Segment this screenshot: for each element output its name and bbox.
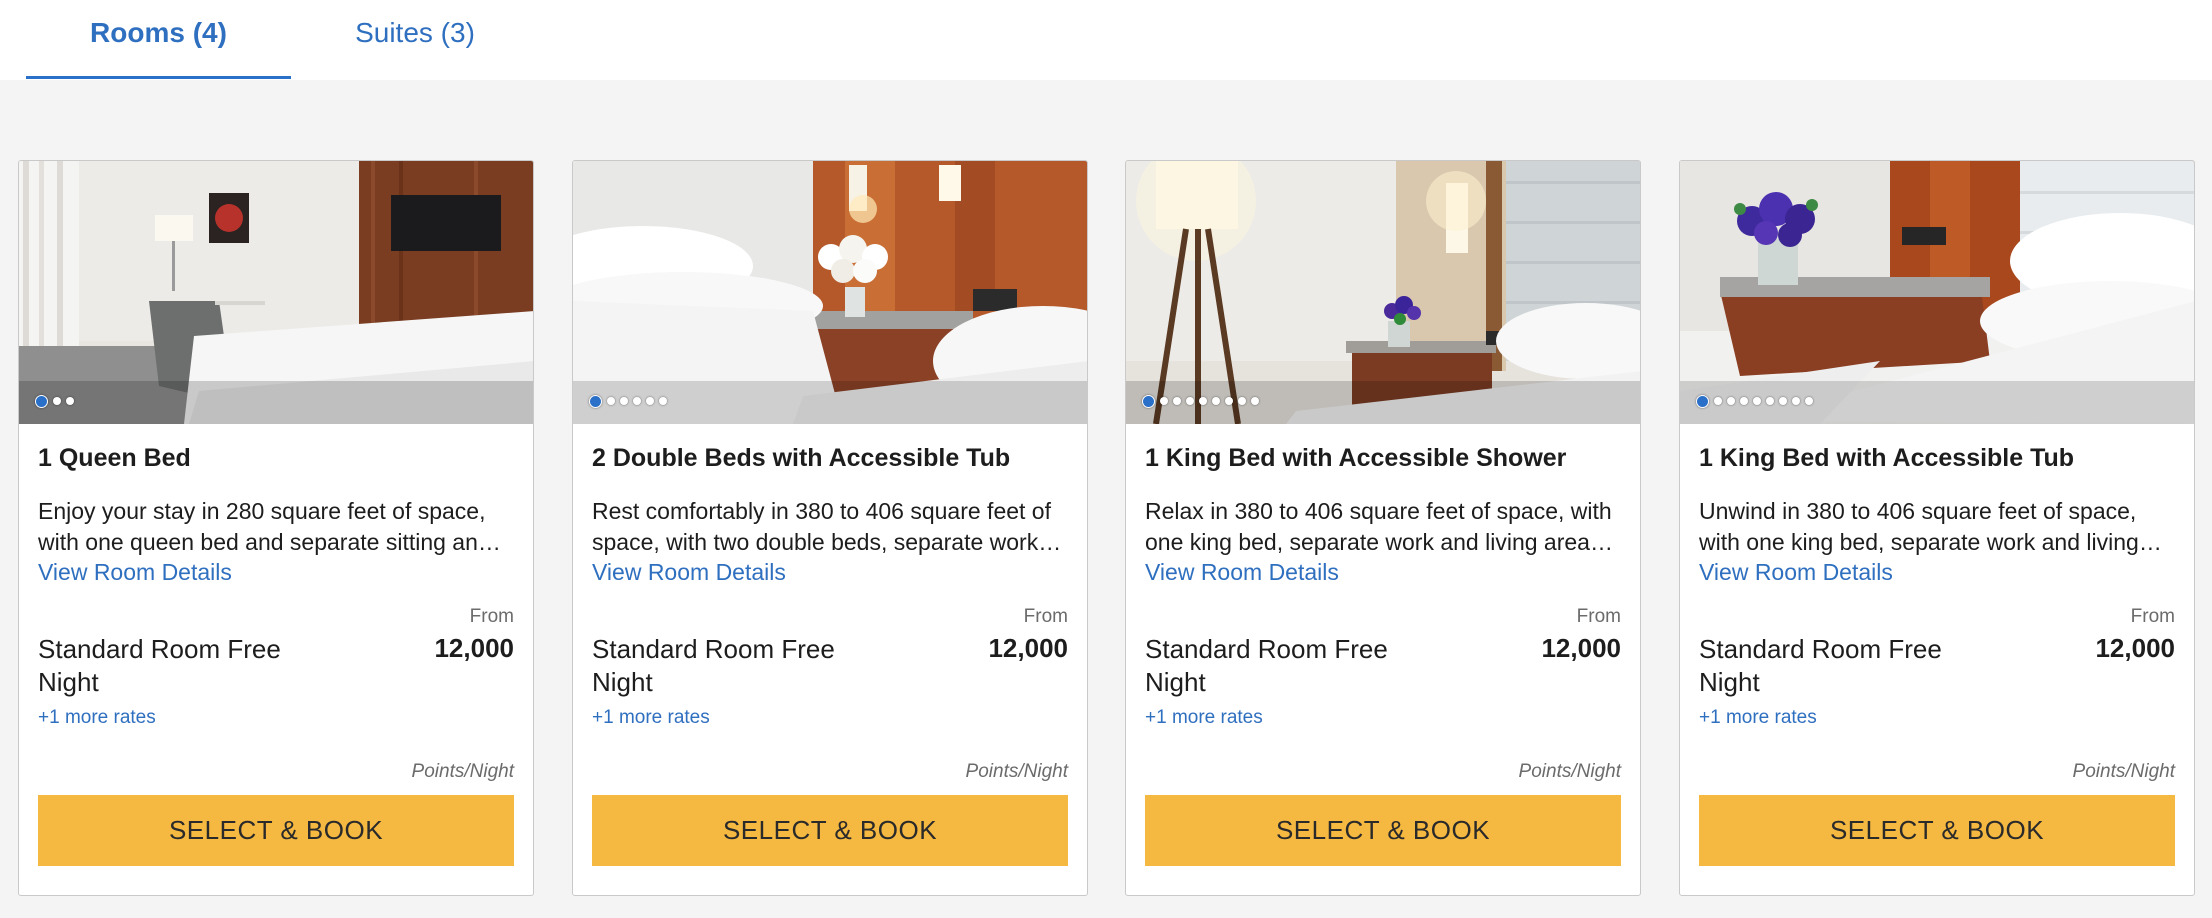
from-label: From — [469, 606, 514, 627]
carousel-dot[interactable] — [607, 397, 615, 405]
carousel-dot[interactable] — [1173, 397, 1181, 405]
room-photo[interactable] — [1126, 161, 1640, 424]
carousel-dot[interactable] — [1238, 397, 1246, 405]
room-title: 1 Queen Bed — [38, 444, 191, 472]
room-description: Enjoy your stay in 280 square feet of sp… — [38, 496, 516, 558]
points-price: 12,000 — [1541, 633, 1621, 663]
select-and-book-button[interactable]: SELECT & BOOK — [1699, 795, 2175, 866]
from-label: From — [1023, 606, 1068, 627]
carousel-dot[interactable] — [1186, 397, 1194, 405]
room-card: 1 Queen Bed Enjoy your stay in 280 squar… — [18, 160, 534, 896]
carousel-dot[interactable] — [1225, 397, 1233, 405]
view-room-details-link[interactable]: View Room Details — [592, 559, 786, 586]
room-type-tabbar: Rooms (4) Suites (3) — [0, 0, 2212, 80]
points-price: 12,000 — [988, 633, 1068, 663]
carousel-dot[interactable] — [646, 397, 654, 405]
carousel-dot[interactable] — [1727, 397, 1735, 405]
carousel-dot[interactable] — [1779, 397, 1787, 405]
room-description: Relax in 380 to 406 square feet of space… — [1145, 496, 1623, 558]
carousel-dot[interactable] — [1142, 394, 1155, 408]
more-rates-link[interactable]: +1 more rates — [1145, 707, 1263, 729]
more-rates-link[interactable]: +1 more rates — [1699, 707, 1817, 729]
select-and-book-button[interactable]: SELECT & BOOK — [1145, 795, 1621, 866]
active-tab-indicator — [26, 76, 291, 79]
carousel-dot[interactable] — [1792, 397, 1800, 405]
view-room-details-link[interactable]: View Room Details — [38, 559, 232, 586]
rate-name: Standard Room Free Night — [1145, 634, 1388, 697]
select-and-book-button[interactable]: SELECT & BOOK — [38, 795, 514, 866]
room-description-line: one king bed, separate work and living a… — [1145, 529, 1613, 555]
room-photo[interactable] — [19, 161, 533, 424]
carousel-dot[interactable] — [1199, 397, 1207, 405]
photo-carousel-dots[interactable] — [35, 394, 74, 408]
carousel-dot[interactable] — [1805, 397, 1813, 405]
carousel-dot[interactable] — [1160, 397, 1168, 405]
photo-carousel-dots[interactable] — [589, 394, 667, 408]
points-per-night-label: Points/Night — [2072, 761, 2175, 782]
photo-carousel-dots[interactable] — [1142, 394, 1259, 408]
points-per-night-label: Points/Night — [965, 761, 1068, 782]
points-price: 12,000 — [2095, 633, 2175, 663]
room-title: 1 King Bed with Accessible Tub — [1699, 444, 2075, 472]
tab-suites[interactable]: Suites (3) — [330, 0, 500, 80]
room-description-line: with one king bed, separate work and liv… — [1699, 529, 2162, 555]
room-description: Unwind in 380 to 406 square feet of spac… — [1699, 496, 2177, 558]
room-description-line: Rest comfortably in 380 to 406 square fe… — [592, 498, 1051, 524]
room-description-line: Relax in 380 to 406 square feet of space… — [1145, 498, 1612, 524]
room-description-line: Enjoy your stay in 280 square feet of sp… — [38, 498, 486, 524]
carousel-dot[interactable] — [35, 394, 48, 408]
room-photo[interactable] — [1680, 161, 2194, 424]
carousel-dot[interactable] — [53, 397, 61, 405]
carousel-dot[interactable] — [1212, 397, 1220, 405]
points-per-night-label: Points/Night — [411, 761, 514, 782]
carousel-dot[interactable] — [589, 394, 602, 408]
room-description-line: space, with two double beds, separate wo… — [592, 529, 1062, 555]
rate-name: Standard Room Free Night — [1699, 634, 1942, 697]
from-label: From — [2130, 606, 2175, 627]
rate-name: Standard Room Free Night — [38, 634, 281, 697]
room-description-line: Unwind in 380 to 406 square feet of spac… — [1699, 498, 2137, 524]
carousel-dot[interactable] — [659, 397, 667, 405]
more-rates-link[interactable]: +1 more rates — [592, 707, 710, 729]
more-rates-link[interactable]: +1 more rates — [38, 707, 156, 729]
points-price: 12,000 — [434, 633, 514, 663]
carousel-dot[interactable] — [620, 397, 628, 405]
rate-name: Standard Room Free Night — [592, 634, 835, 697]
carousel-dot[interactable] — [66, 397, 74, 405]
room-title: 1 King Bed with Accessible Shower — [1145, 444, 1567, 472]
carousel-dot[interactable] — [1753, 397, 1761, 405]
view-room-details-link[interactable]: View Room Details — [1145, 559, 1339, 586]
points-per-night-label: Points/Night — [1518, 761, 1621, 782]
room-card: 1 King Bed with Accessible Tub Unwind in… — [1679, 160, 2195, 896]
room-title: 2 Double Beds with Accessible Tub — [592, 444, 1011, 472]
room-card: 1 King Bed with Accessible Shower Relax … — [1125, 160, 1641, 896]
room-description-line: with one queen bed and separate sitting … — [38, 529, 501, 555]
from-label: From — [1576, 606, 1621, 627]
carousel-dot[interactable] — [1251, 397, 1259, 405]
carousel-dot[interactable] — [633, 397, 641, 405]
carousel-dot[interactable] — [1714, 397, 1722, 405]
carousel-dot[interactable] — [1766, 397, 1774, 405]
carousel-dot[interactable] — [1696, 394, 1709, 408]
view-room-details-link[interactable]: View Room Details — [1699, 559, 1893, 586]
room-photo[interactable] — [573, 161, 1087, 424]
photo-carousel-dots[interactable] — [1696, 394, 1813, 408]
select-and-book-button[interactable]: SELECT & BOOK — [592, 795, 1068, 866]
tab-rooms[interactable]: Rooms (4) — [26, 0, 291, 80]
room-description: Rest comfortably in 380 to 406 square fe… — [592, 496, 1070, 558]
room-card: 2 Double Beds with Accessible Tub Rest c… — [572, 160, 1088, 896]
carousel-dot[interactable] — [1740, 397, 1748, 405]
